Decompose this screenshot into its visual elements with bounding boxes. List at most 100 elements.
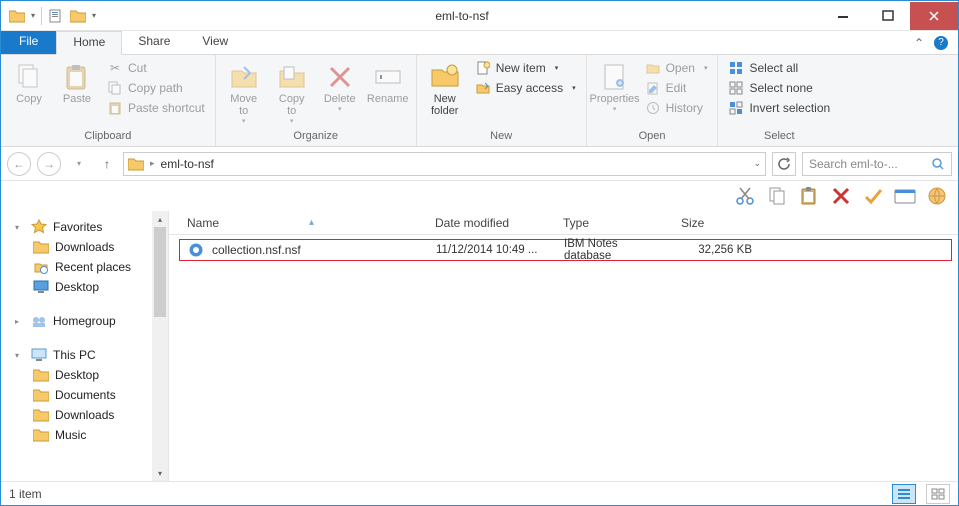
folder-icon <box>33 407 49 423</box>
tool-copy-icon[interactable] <box>766 185 788 207</box>
history-button[interactable]: History <box>641 99 712 117</box>
qat-dropdown-icon[interactable]: ▾ <box>31 11 35 20</box>
col-date[interactable]: Date modified <box>427 216 555 230</box>
extra-toolbar <box>1 181 958 211</box>
rename-button[interactable]: Rename <box>366 57 410 105</box>
file-list-pane: Name▴ Date modified Type Size collection… <box>169 211 958 481</box>
group-new: New folder New item▾ Easy access▾ New <box>417 55 587 146</box>
tab-file[interactable]: File <box>1 31 56 54</box>
copy-path-button[interactable]: Copy path <box>103 79 209 97</box>
nav-desktop[interactable]: Desktop <box>1 277 168 297</box>
folder-icon <box>33 387 49 403</box>
new-folder-icon[interactable] <box>70 8 86 24</box>
copy-path-icon <box>107 80 123 96</box>
close-button[interactable] <box>910 2 958 30</box>
paste-shortcut-icon <box>107 100 123 116</box>
forward-button[interactable]: → <box>37 152 61 176</box>
nav-pc-downloads[interactable]: Downloads <box>1 405 168 425</box>
invert-selection-icon <box>728 100 744 116</box>
nav-pc-desktop[interactable]: Desktop <box>1 365 168 385</box>
open-button[interactable]: Open▾ <box>641 59 712 77</box>
tab-view[interactable]: View <box>186 31 244 54</box>
recent-icon <box>33 259 49 275</box>
easy-access-button[interactable]: Easy access▾ <box>471 79 580 97</box>
nav-pc-documents[interactable]: Documents <box>1 385 168 405</box>
paste-shortcut-button[interactable]: Paste shortcut <box>103 99 209 117</box>
search-placeholder: Search eml-to-... <box>809 157 925 171</box>
new-item-icon <box>475 60 491 76</box>
group-open: Properties▾ Open▾ Edit History Open <box>587 55 719 146</box>
delete-button[interactable]: Delete▾ <box>318 57 362 113</box>
col-name[interactable]: Name▴ <box>179 216 427 230</box>
select-none-button[interactable]: Select none <box>724 79 834 97</box>
history-dropdown[interactable]: ▾ <box>67 152 91 176</box>
help-icon[interactable]: ? <box>934 36 948 50</box>
folder-icon <box>9 9 25 23</box>
cut-button[interactable]: ✂Cut <box>103 59 209 77</box>
open-icon <box>645 60 661 76</box>
breadcrumb[interactable]: eml-to-nsf <box>161 157 214 171</box>
edit-button[interactable]: Edit <box>641 79 712 97</box>
address-bar[interactable]: ▸ eml-to-nsf ⌄ <box>123 152 766 176</box>
move-to-button[interactable]: Move to▾ <box>222 57 266 125</box>
tool-properties-icon[interactable] <box>894 185 916 207</box>
file-date: 11/12/2014 10:49 ... <box>428 244 556 256</box>
star-icon <box>31 219 47 235</box>
paste-button[interactable]: Paste <box>55 57 99 105</box>
new-folder-button[interactable]: New folder <box>423 57 467 117</box>
quick-access-toolbar: ▾ ▾ <box>1 7 104 25</box>
scissors-icon: ✂ <box>107 60 123 76</box>
pc-icon <box>31 347 47 363</box>
delete-icon <box>324 61 356 93</box>
copy-icon <box>13 61 45 93</box>
tool-shell-icon[interactable] <box>926 185 948 207</box>
tool-paste-icon[interactable] <box>798 185 820 207</box>
nav-pc-music[interactable]: Music <box>1 425 168 445</box>
select-all-icon <box>728 60 744 76</box>
view-thumbnails-button[interactable] <box>926 484 950 504</box>
minimize-button[interactable] <box>820 2 865 30</box>
nav-homegroup[interactable]: ▸Homegroup <box>1 311 168 331</box>
ribbon: Copy Paste ✂Cut Copy path Paste shortcut… <box>1 55 958 147</box>
select-all-button[interactable]: Select all <box>724 59 834 77</box>
col-type[interactable]: Type <box>555 216 673 230</box>
search-input[interactable]: Search eml-to-... <box>802 152 952 176</box>
collapse-ribbon-icon[interactable]: ⌃ <box>914 36 924 50</box>
properties-button[interactable]: Properties▾ <box>593 57 637 113</box>
search-icon <box>931 157 945 171</box>
maximize-button[interactable] <box>865 2 910 30</box>
file-row[interactable]: collection.nsf.nsf 11/12/2014 10:49 ... … <box>179 239 952 261</box>
tab-share[interactable]: Share <box>122 31 186 54</box>
tab-home[interactable]: Home <box>56 31 122 55</box>
nav-downloads[interactable]: Downloads <box>1 237 168 257</box>
view-details-button[interactable] <box>892 484 916 504</box>
properties-big-icon <box>599 61 631 93</box>
tool-cut-icon[interactable] <box>734 185 756 207</box>
column-headers: Name▴ Date modified Type Size <box>169 211 958 235</box>
back-button[interactable]: ← <box>7 152 31 176</box>
window-title: eml-to-nsf <box>104 9 820 23</box>
nav-scrollbar[interactable]: ▴ ▾ <box>152 211 168 481</box>
address-dropdown-icon[interactable]: ⌄ <box>753 158 761 169</box>
copy-to-button[interactable]: Copy to▾ <box>270 57 314 125</box>
refresh-button[interactable] <box>772 152 796 176</box>
nsf-file-icon <box>188 242 204 258</box>
nav-favorites[interactable]: ▾Favorites <box>1 217 168 237</box>
up-button[interactable]: ↑ <box>97 157 117 171</box>
select-none-icon <box>728 80 744 96</box>
file-name: collection.nsf.nsf <box>212 243 301 257</box>
breadcrumb-sep-icon[interactable]: ▸ <box>150 158 155 169</box>
nav-recent-places[interactable]: Recent places <box>1 257 168 277</box>
tool-check-icon[interactable] <box>862 185 884 207</box>
tool-delete-icon[interactable] <box>830 185 852 207</box>
qat-customize-icon[interactable]: ▾ <box>92 11 96 20</box>
invert-selection-button[interactable]: Invert selection <box>724 99 834 117</box>
nav-this-pc[interactable]: ▾This PC <box>1 345 168 365</box>
desktop-icon <box>33 279 49 295</box>
new-item-button[interactable]: New item▾ <box>471 59 580 77</box>
col-size[interactable]: Size <box>673 216 771 230</box>
ribbon-help: ⌃ ? <box>904 31 958 54</box>
properties-icon[interactable] <box>48 8 64 24</box>
copy-button[interactable]: Copy <box>7 57 51 105</box>
status-count: 1 item <box>9 487 42 501</box>
